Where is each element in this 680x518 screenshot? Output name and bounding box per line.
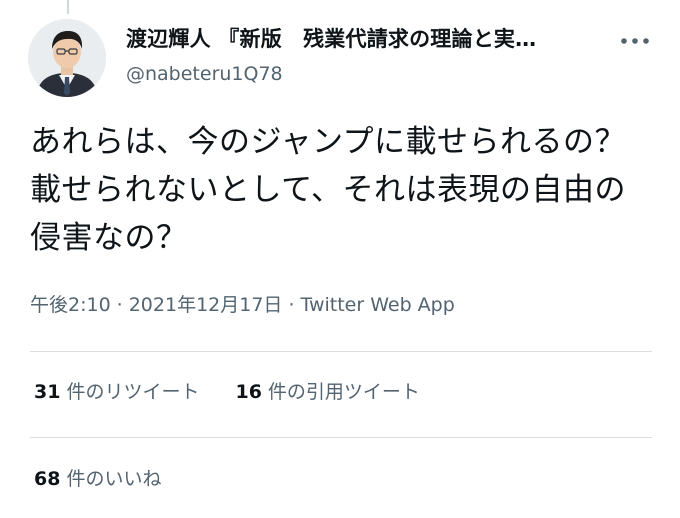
likes-label: 件のいいね [66, 468, 162, 490]
avatar[interactable] [28, 19, 106, 97]
retweets-count: 31 [34, 381, 61, 403]
tweet-text: あれらは、今のジャンプに載せられるの？載せられないとして、それは表現の自由の侵害… [30, 124, 627, 256]
quotes-label: 件の引用ツイート [267, 381, 420, 403]
likes-stat[interactable]: 68 件のいいね [34, 464, 161, 494]
retweets-label: 件のリツイート [66, 381, 200, 403]
retweets-stat[interactable]: 31 件のリツイート [34, 377, 199, 407]
author-display-name[interactable]: 渡辺輝人 『新版 残業代請求の理論と実… [126, 24, 606, 54]
tweet-date[interactable]: 2021年12月17日 [129, 294, 283, 316]
divider [30, 351, 652, 352]
quotes-count: 16 [235, 381, 262, 403]
tweet-source[interactable]: Twitter Web App [300, 294, 454, 316]
divider [30, 437, 652, 438]
meta-separator: · [116, 294, 123, 316]
tweet-metadata: 午後2:10 · 2021年12月17日 · Twitter Web App [30, 290, 650, 320]
more-horizontal-icon [621, 38, 649, 44]
thread-connector-line [67, 0, 69, 14]
likes-count: 68 [34, 468, 61, 490]
likes-row: 68 件のいいね [34, 464, 197, 494]
more-options-button[interactable] [614, 26, 656, 56]
meta-separator: · [288, 294, 295, 316]
quotes-stat[interactable]: 16 件の引用ツイート [235, 377, 419, 407]
engagement-row: 31 件のリツイート 16 件の引用ツイート [34, 377, 456, 407]
tweet-time[interactable]: 午後2:10 [30, 294, 111, 316]
author-handle[interactable]: @nabeteru1Q78 [126, 60, 606, 88]
profile-photo [28, 19, 106, 97]
author-info[interactable]: 渡辺輝人 『新版 残業代請求の理論と実… @nabeteru1Q78 [126, 24, 606, 88]
